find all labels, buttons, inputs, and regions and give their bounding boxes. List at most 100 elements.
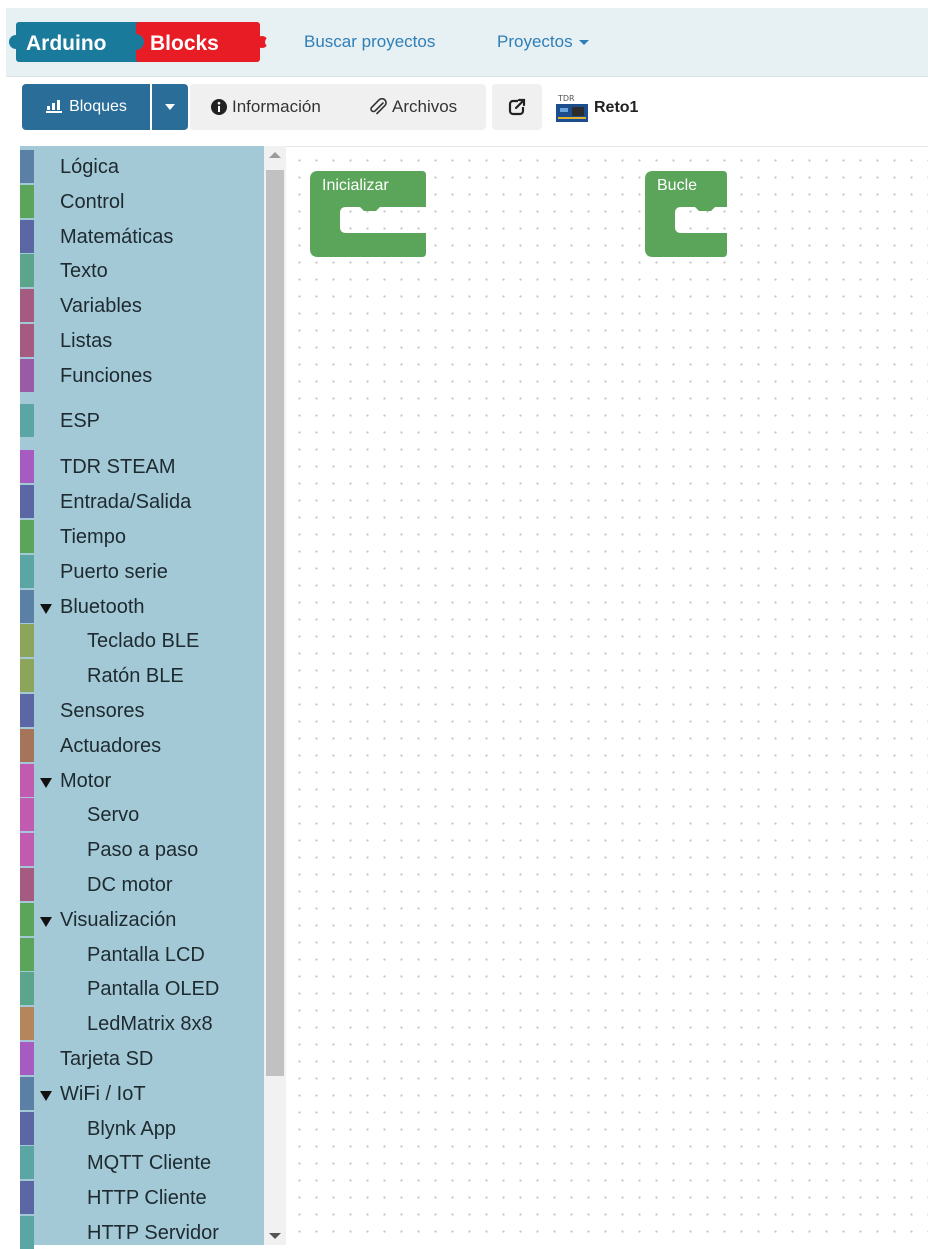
toolbox-category-teclado-ble[interactable]: Teclado BLE xyxy=(20,624,264,658)
category-color-bar xyxy=(20,902,34,936)
category-label: WiFi / IoT xyxy=(60,1082,146,1105)
category-color-bar xyxy=(20,324,34,357)
category-label: Paso a paso xyxy=(87,839,199,862)
category-color-bar xyxy=(20,659,34,693)
block-inicializar[interactable]: Inicializar xyxy=(310,171,426,262)
svg-text:TDR: TDR xyxy=(557,94,575,103)
files-button[interactable]: Archivos xyxy=(368,84,457,130)
toolbox-category-wifi-iot[interactable]: WiFi / IoT xyxy=(20,1076,264,1110)
toolbox-category-listas[interactable]: Listas xyxy=(20,324,264,357)
toolbox-category-servo[interactable]: Servo xyxy=(20,798,264,832)
category-label: Tarjeta SD xyxy=(60,1048,154,1070)
nav-projects-label: Proyectos xyxy=(497,32,573,51)
scroll-down-arrow-icon[interactable] xyxy=(269,1233,281,1239)
nav-projects-dropdown[interactable]: Proyectos xyxy=(497,32,589,52)
expand-triangle-icon[interactable] xyxy=(40,777,52,788)
category-label: Sensores xyxy=(60,700,145,722)
toolbox-category-mqtt-cliente[interactable]: MQTT Cliente xyxy=(20,1146,264,1180)
category-label: Servo xyxy=(87,804,140,827)
toolbox-category-dc-motor[interactable]: DC motor xyxy=(20,868,264,901)
category-label: Variables xyxy=(60,295,142,318)
category-label: Pantalla OLED xyxy=(87,978,220,1001)
toolbox-category-paso-a-paso[interactable]: Paso a paso xyxy=(20,833,264,867)
share-button[interactable] xyxy=(492,84,542,130)
toolbox-category-bluetooth[interactable]: Bluetooth xyxy=(20,589,264,623)
category-color-bar xyxy=(20,1042,34,1075)
category-color-bar xyxy=(20,450,34,484)
toolbox-category-actuadores[interactable]: Actuadores xyxy=(20,728,264,762)
category-label: Lógica xyxy=(60,156,119,178)
info-files-group: Información Archivos xyxy=(190,84,486,130)
project-name[interactable]: Reto1 xyxy=(594,99,638,117)
toolbox-category-tiempo[interactable]: Tiempo xyxy=(20,520,264,553)
toolbox-category-entrada-salida[interactable]: Entrada/Salida xyxy=(20,485,264,519)
toolbox-category-sensores[interactable]: Sensores xyxy=(20,694,264,727)
arduinoblocks-logo[interactable]: Arduino Blocks xyxy=(8,18,270,66)
category-color-bar xyxy=(20,184,34,218)
block-bucle[interactable]: Bucle xyxy=(645,171,727,262)
toolbox-category-http-servidor[interactable]: HTTP Servidor xyxy=(20,1216,264,1249)
toolbox-category-variables[interactable]: Variables xyxy=(20,289,264,323)
toolbox-category-texto[interactable]: Texto xyxy=(20,254,264,288)
bloques-dropdown-toggle[interactable] xyxy=(152,84,188,130)
category-color-bar xyxy=(20,937,34,971)
info-button[interactable]: Información xyxy=(210,84,321,130)
category-color-bar xyxy=(20,972,34,1006)
info-label: Información xyxy=(232,97,321,116)
toolbox-category-motor[interactable]: Motor xyxy=(20,763,264,797)
category-label: Blynk App xyxy=(87,1117,176,1140)
scrollbar-thumb[interactable] xyxy=(266,170,284,1076)
category-color-bar xyxy=(20,520,34,553)
category-label: Tiempo xyxy=(60,526,126,548)
bloques-button[interactable]: Bloques xyxy=(22,84,150,130)
category-color-bar xyxy=(20,694,34,727)
toolbox-scrollbar[interactable] xyxy=(264,146,286,1245)
board-icon: TDR xyxy=(556,94,588,122)
category-label: Texto xyxy=(60,260,108,283)
category-color-bar xyxy=(20,728,34,762)
toolbox-category-tdr-steam[interactable]: TDR STEAM xyxy=(20,450,264,484)
nav-search-projects[interactable]: Buscar proyectos xyxy=(304,32,435,52)
scroll-up-arrow-icon[interactable] xyxy=(269,152,281,158)
category-label: DC motor xyxy=(87,874,173,896)
category-color-bar xyxy=(20,1076,34,1110)
toolbox-category-http-cliente[interactable]: HTTP Cliente xyxy=(20,1181,264,1215)
toolbox-category-control[interactable]: Control xyxy=(20,184,264,218)
category-label: Motor xyxy=(60,769,112,792)
category-color-bar xyxy=(20,554,34,588)
toolbox-category-ratón-ble[interactable]: Ratón BLE xyxy=(20,659,264,693)
category-label: Pantalla LCD xyxy=(87,943,205,966)
category-color-bar xyxy=(20,289,34,323)
category-color-bar xyxy=(20,219,34,253)
toolbox-category-matemáticas[interactable]: Matemáticas xyxy=(20,219,264,253)
expand-triangle-icon[interactable] xyxy=(40,916,52,927)
category-label: LedMatrix 8x8 xyxy=(87,1013,213,1036)
block-label-bucle: Bucle xyxy=(657,177,698,194)
category-label: ESP xyxy=(60,409,101,432)
toolbox-category-visualización[interactable]: Visualización xyxy=(20,902,264,936)
category-color-bar xyxy=(20,1216,34,1249)
toolbox-category-pantalla-lcd[interactable]: Pantalla LCD xyxy=(20,937,264,971)
blocks-toolbox: Lógica Control Matemáticas Texto Variables Li… xyxy=(20,146,264,1249)
category-color-bar xyxy=(20,403,34,437)
toolbox-category-ledmatrix-8x8[interactable]: LedMatrix 8x8 xyxy=(20,1007,264,1041)
category-label: Control xyxy=(60,190,125,213)
expand-triangle-icon[interactable] xyxy=(40,603,52,614)
expand-triangle-icon[interactable] xyxy=(40,1090,52,1101)
category-label: Ratón BLE xyxy=(87,665,184,688)
toolbox-category-funciones[interactable]: Funciones xyxy=(20,358,264,392)
toolbox-category-lógica[interactable]: Lógica xyxy=(20,150,264,183)
toolbox-category-pantalla-oled[interactable]: Pantalla OLED xyxy=(20,972,264,1006)
toolbox-category-puerto-serie[interactable]: Puerto serie xyxy=(20,554,264,588)
toolbox-category-tarjeta-sd[interactable]: Tarjeta SD xyxy=(20,1042,264,1075)
logo-text-blocks: Blocks xyxy=(150,32,219,55)
toolbox-category-blynk-app[interactable]: Blynk App xyxy=(20,1111,264,1145)
category-label: Visualización xyxy=(60,908,177,931)
category-color-bar xyxy=(20,150,34,183)
category-color-bar xyxy=(20,254,34,288)
category-color-bar xyxy=(20,589,34,623)
blocks-icon xyxy=(46,100,63,113)
blockly-workspace[interactable]: Inicializar Bucle xyxy=(286,146,928,1246)
toolbox-category-esp[interactable]: ESP xyxy=(20,403,264,437)
category-label: Listas xyxy=(60,330,113,352)
